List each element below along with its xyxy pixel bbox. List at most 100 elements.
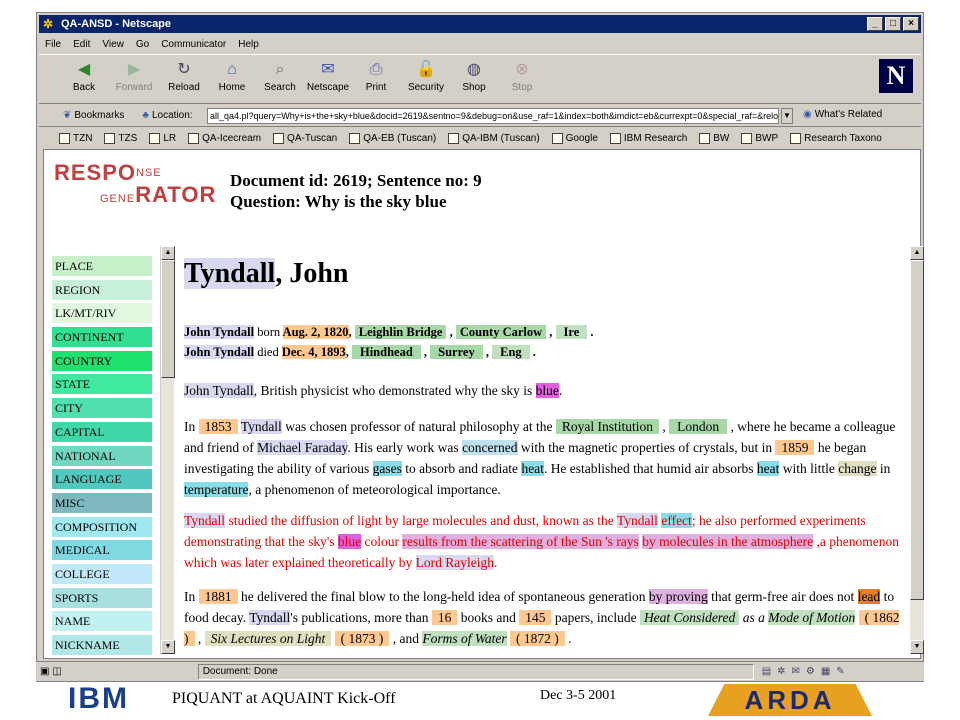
- bookmark-research-taxono[interactable]: Research Taxono: [790, 132, 882, 144]
- menu-view[interactable]: View: [102, 39, 124, 50]
- bookmark-qa-ibm[interactable]: QA-IBM (Tuscan): [448, 132, 540, 144]
- netscape-n-logo[interactable]: N: [879, 59, 913, 93]
- minimize-button[interactable]: _: [867, 17, 883, 31]
- bookmark-icon: [609, 132, 621, 144]
- bookmark-icon: [551, 132, 563, 144]
- legend-scroll-thumb[interactable]: [161, 260, 175, 378]
- menu-go[interactable]: Go: [136, 39, 149, 50]
- search-button[interactable]: ⌕ Search: [257, 61, 303, 93]
- close-button[interactable]: ×: [903, 17, 919, 31]
- location-bar: ❦ Bookmarks ♣ Location: all_qa4.pl?query=W…: [39, 105, 921, 127]
- bookmark-lr[interactable]: LR: [149, 132, 176, 144]
- paragraph-4: In 1881 he delivered the final blow to t…: [184, 589, 900, 646]
- bookmark-icon: [741, 132, 753, 144]
- netscape-button[interactable]: ✉ Netscape: [305, 61, 351, 93]
- lock-icon: 🔓: [416, 61, 436, 78]
- browser-window: ✲ QA-ANSD - Netscape _ □ × File Edit Vie…: [36, 12, 924, 682]
- legend-item: COLLEGE: [52, 563, 152, 584]
- scroll-down-icon[interactable]: ▼: [910, 640, 924, 654]
- url-field[interactable]: all_qa4.pl?query=Why+is+the+sky+blue&doc…: [207, 108, 779, 124]
- footer-title: PIQUANT at AQUAINT Kick-Off: [172, 690, 396, 707]
- footer-date: Dec 3-5 2001: [540, 688, 617, 703]
- legend-item: LK/MT/RIV: [52, 303, 152, 324]
- legend-item: COMPOSITION: [52, 516, 152, 537]
- bookmark-icon: [188, 132, 200, 144]
- bookmark-google[interactable]: Google: [551, 132, 598, 144]
- personal-toolbar: TZN TZS LR QA-Icecream QA-Tuscan QA-EB (…: [39, 128, 921, 148]
- legend-item: NICKNAME: [52, 635, 152, 655]
- netscape-icon: ✉: [321, 61, 335, 78]
- legend-item: CONTINENT: [52, 327, 152, 348]
- bookmarks-icon: ❦: [63, 110, 72, 121]
- security-button[interactable]: 🔓 Security: [403, 61, 449, 93]
- forward-button[interactable]: ▶ Forward: [111, 61, 157, 93]
- url-dropdown-button[interactable]: ▼: [781, 108, 793, 124]
- legend-scrollbar[interactable]: ▲ ▼: [160, 246, 175, 654]
- bookmark-qa-tuscan[interactable]: QA-Tuscan: [273, 132, 337, 144]
- ibm-logo: IBM: [68, 682, 129, 715]
- bookmark-qa-eb[interactable]: QA-EB (Tuscan): [349, 132, 436, 144]
- bio-summary: John Tyndall born Aug. 2, 1820, Leighlin…: [184, 322, 904, 362]
- article-frame: Tyndall, John John Tyndall born Aug. 2, …: [180, 246, 908, 654]
- article-scrollbar[interactable]: ▲ ▼: [910, 246, 924, 654]
- bookmark-icon: [149, 132, 161, 144]
- paragraph-1: John Tyndall, British physicist who demo…: [184, 383, 563, 398]
- menu-edit[interactable]: Edit: [73, 39, 90, 50]
- legend-item: MISC: [52, 492, 152, 513]
- paragraph-2: In 1853 Tyndall was chosen professor of …: [184, 419, 896, 497]
- bookmark-icon: [104, 132, 116, 144]
- scroll-up-icon[interactable]: ▲: [910, 246, 924, 260]
- legend-item: CAPITAL: [52, 421, 152, 442]
- bookmark-tzs[interactable]: TZS: [104, 132, 137, 144]
- menu-help[interactable]: Help: [238, 39, 259, 50]
- netscape-logo-icon: ✲: [43, 17, 54, 31]
- search-icon: ⌕: [275, 61, 285, 78]
- menu-file[interactable]: File: [45, 39, 61, 50]
- bookmark-icon: [448, 132, 460, 144]
- died-line: John Tyndall died Dec. 4, 1893, Hindhead…: [184, 345, 536, 359]
- title-bar: ✲ QA-ANSD - Netscape _ □ ×: [39, 15, 921, 33]
- legend-item: PLACE: [52, 256, 152, 276]
- page-content: RESPONSE GENERATOR Document id: 2619; Se…: [43, 149, 924, 659]
- document-id-line: Document id: 2619; Sentence no: 9: [230, 171, 482, 190]
- legend-item: MEDICAL: [52, 540, 152, 561]
- article-scroll-thumb[interactable]: [910, 260, 924, 600]
- menu-bar: File Edit View Go Communicator Help: [39, 35, 921, 53]
- bookmarks-button[interactable]: ❦ Bookmarks: [63, 110, 124, 121]
- print-icon: ⎙: [369, 61, 383, 78]
- responsegenerator-logo: RESPONSE GENERATOR: [54, 160, 217, 207]
- question-line: Question: Why is the sky blue: [230, 192, 447, 211]
- reload-button[interactable]: ↻ Reload: [161, 61, 207, 93]
- legend-item: REGION: [52, 279, 152, 300]
- component-bar-icons[interactable]: ▤✲✉⚙▦✎: [762, 666, 851, 677]
- legend-item: STATE: [52, 374, 152, 395]
- maximize-button[interactable]: □: [885, 17, 901, 31]
- shop-button[interactable]: ◍ Shop: [451, 61, 497, 93]
- back-button[interactable]: ◀ Back: [61, 61, 107, 93]
- bookmark-icon: [790, 132, 802, 144]
- page-proxy-icon[interactable]: ♣: [142, 110, 149, 121]
- stop-icon: ⊗: [515, 61, 529, 78]
- menu-communicator[interactable]: Communicator: [161, 39, 226, 50]
- back-arrow-icon: ◀: [77, 61, 91, 78]
- bookmark-bw[interactable]: BW: [699, 132, 729, 144]
- document-header: Document id: 2619; Sentence no: 9 Questi…: [230, 170, 482, 212]
- bookmark-bwp[interactable]: BWP: [741, 132, 778, 144]
- bookmark-icon: [699, 132, 711, 144]
- article-title: Tyndall, John: [184, 258, 349, 289]
- legend-item: CITY: [52, 398, 152, 419]
- paragraph-3-answer: Tyndall studied the diffusion of light b…: [184, 513, 899, 570]
- legend-item: SPORTS: [52, 587, 152, 608]
- print-button[interactable]: ⎙ Print: [353, 61, 399, 93]
- scroll-down-icon[interactable]: ▼: [161, 640, 175, 654]
- bookmark-ibm-research[interactable]: IBM Research: [609, 132, 687, 144]
- home-button[interactable]: ⌂ Home: [209, 61, 255, 93]
- legend-item: LANGUAGE: [52, 469, 152, 490]
- scroll-up-icon[interactable]: ▲: [161, 246, 175, 260]
- navigation-toolbar: ◀ Back ▶ Forward ↻ Reload ⌂ Home ⌕ Search ✉ Ne…: [39, 54, 921, 104]
- status-bar: ▣ ◫ Document: Done ▤✲✉⚙▦✎: [36, 661, 924, 681]
- bookmark-tzn[interactable]: TZN: [59, 132, 92, 144]
- bookmark-qa-icecream[interactable]: QA-Icecream: [188, 132, 261, 144]
- stop-button[interactable]: ⊗ Stop: [499, 61, 545, 93]
- whats-related-button[interactable]: ◉ What's Related: [803, 109, 882, 120]
